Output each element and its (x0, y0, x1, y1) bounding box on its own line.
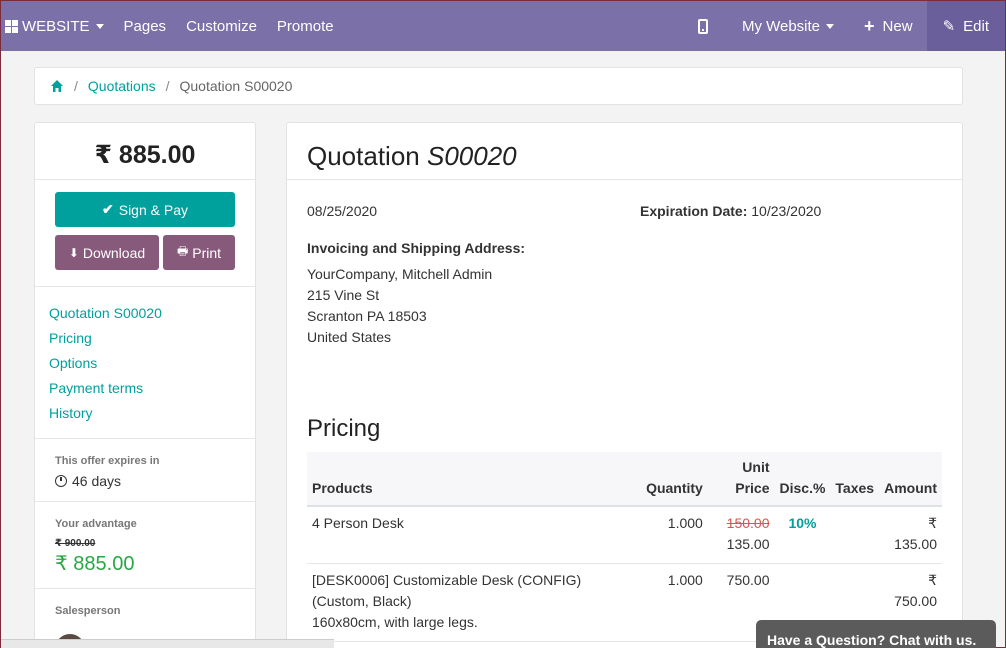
secondary-actions: ⬇ Download 🖶 Print (55, 235, 235, 270)
pricing-section-title: Pricing (307, 415, 381, 442)
caret-down-icon (826, 23, 835, 29)
advantage-label: Your advantage (55, 518, 137, 530)
mobile-icon (697, 18, 708, 34)
home-icon[interactable] (50, 79, 64, 93)
quotation-date: 08/25/2020 (307, 203, 378, 219)
website-menu[interactable]: WEBSITE (1, 1, 114, 51)
browser-status-bar (1, 639, 334, 648)
address-line: Scranton PA 18503 (307, 308, 427, 324)
header-products: Products (307, 452, 642, 507)
download-button[interactable]: ⬇ Download (55, 235, 159, 270)
breadcrumb-separator: / (165, 78, 170, 94)
page-title: Quotation S00020 (287, 123, 962, 180)
header-unit-price-line1: Unit (742, 459, 770, 475)
title-reference: S00020 (426, 141, 517, 171)
row-amount: ₹ 135.00 (879, 506, 942, 564)
apps-grid-icon (5, 19, 18, 33)
header-discount: Disc.% (774, 452, 831, 507)
sidebar-link-quotation[interactable]: Quotation S00020 (49, 301, 241, 326)
check-icon: ✔ (102, 201, 114, 217)
expiration-label: Expiration Date: (640, 203, 748, 219)
sidebar-link-options[interactable]: Options (49, 351, 241, 376)
address-line: 215 Vine St (307, 287, 380, 303)
table-header-row: Products Quantity Unit Price Disc.% Taxe… (307, 452, 942, 507)
header-quantity: Quantity (641, 452, 708, 507)
row-discount: 10% (774, 506, 831, 564)
quotation-main-panel: Quotation S00020 08/25/2020 Expiration D… (286, 122, 963, 648)
expires-label: This offer expires in (55, 455, 160, 467)
chat-widget-button[interactable]: Have a Question? Chat with us. (756, 620, 996, 648)
download-icon: ⬇ (68, 245, 79, 260)
old-price: ₹ 900.00 (55, 538, 96, 549)
header-unit-price-line2: Price (735, 480, 770, 496)
print-button[interactable]: 🖶 Print (163, 235, 235, 270)
row-product-note: 160x80cm, with large legs. (312, 614, 478, 630)
address-line: YourCompany, Mitchell Admin (307, 266, 493, 282)
sidebar-nav: Quotation S00020 Pricing Options Payment… (35, 287, 255, 439)
website-selector[interactable]: My Website (732, 1, 844, 51)
top-navbar: WEBSITE Pages Customize Promote My Websi… (1, 1, 1005, 51)
advantage-section: Your advantage ₹ 900.00 ₹ 885.00 (35, 502, 255, 589)
offer-expiry-section: This offer expires in 46 days (35, 439, 255, 502)
download-label: Download (82, 244, 146, 261)
sidebar-link-pricing[interactable]: Pricing (49, 326, 241, 351)
row-product: [DESK0006] Customizable Desk (CONFIG) (C… (307, 563, 642, 642)
breadcrumb-quotations-link[interactable]: Quotations (88, 78, 156, 94)
sign-pay-button[interactable]: ✔ Sign & Pay (55, 192, 235, 227)
sign-pay-label: Sign & Pay (118, 201, 188, 218)
address-block: YourCompany, Mitchell Admin 215 Vine St … (307, 264, 492, 348)
row-taxes (830, 506, 880, 564)
expires-value: 46 days (72, 473, 122, 489)
breadcrumb: / Quotations / Quotation S00020 (34, 67, 963, 105)
plus-icon: + (864, 15, 875, 36)
header-amount: Amount (879, 452, 942, 507)
row-product: 4 Person Desk (307, 506, 642, 564)
quotation-sidebar: ₹ 885.00 ✔ Sign & Pay ⬇ Download 🖶 Print… (34, 122, 256, 648)
caret-down-icon (95, 23, 104, 29)
breadcrumb-separator: / (74, 78, 78, 94)
expiration-date-row: Expiration Date: 10/23/2020 (640, 203, 821, 219)
edit-button-label: Edit (963, 17, 989, 35)
edit-button[interactable]: ✎ Edit (926, 1, 1005, 51)
new-button[interactable]: + New (844, 1, 927, 51)
row-unit-price: 150.00 135.00 (707, 506, 775, 564)
header-taxes: Taxes (830, 452, 880, 507)
nav-pages[interactable]: Pages (114, 1, 177, 51)
header-unit-price: Unit Price (707, 452, 775, 507)
row-quantity: 1.000 (641, 506, 708, 564)
nav-promote[interactable]: Promote (267, 1, 344, 51)
row-quantity: 1.000 (641, 563, 708, 642)
advantage-price: ₹ 885.00 (55, 553, 135, 575)
clock-icon (55, 475, 67, 487)
sidebar-link-payment-terms[interactable]: Payment terms (49, 376, 241, 401)
expires-value-row: 46 days (55, 473, 235, 489)
website-menu-label: WEBSITE (22, 17, 90, 35)
sidebar-actions: ✔ Sign & Pay ⬇ Download 🖶 Print (35, 180, 255, 287)
address-title: Invoicing and Shipping Address: (307, 240, 526, 256)
address-line: United States (307, 329, 392, 345)
pencil-icon: ✎ (942, 18, 956, 35)
mobile-preview-button[interactable] (674, 1, 732, 51)
row-old-price: 150.00 (726, 515, 770, 531)
breadcrumb-current: Quotation S00020 (179, 78, 293, 94)
sidebar-link-history[interactable]: History (49, 401, 241, 426)
row-new-price: 135.00 (726, 536, 770, 552)
row-product-name: [DESK0006] Customizable Desk (CONFIG) (C… (312, 572, 582, 609)
print-label: Print (192, 244, 222, 261)
expiration-date: 10/23/2020 (751, 203, 822, 219)
title-prefix: Quotation (307, 141, 420, 171)
website-selector-label: My Website (741, 17, 821, 35)
salesperson-label: Salesperson (55, 605, 121, 617)
new-button-label: New (882, 17, 913, 35)
products-table: Products Quantity Unit Price Disc.% Taxe… (307, 452, 942, 642)
nav-customize[interactable]: Customize (176, 1, 267, 51)
table-row: 4 Person Desk 1.000 150.00 135.00 10% ₹ … (307, 506, 942, 564)
sidebar-total: ₹ 885.00 (35, 123, 255, 180)
print-icon: 🖶 (176, 244, 189, 258)
salesperson-section: Salesperson (35, 589, 255, 629)
